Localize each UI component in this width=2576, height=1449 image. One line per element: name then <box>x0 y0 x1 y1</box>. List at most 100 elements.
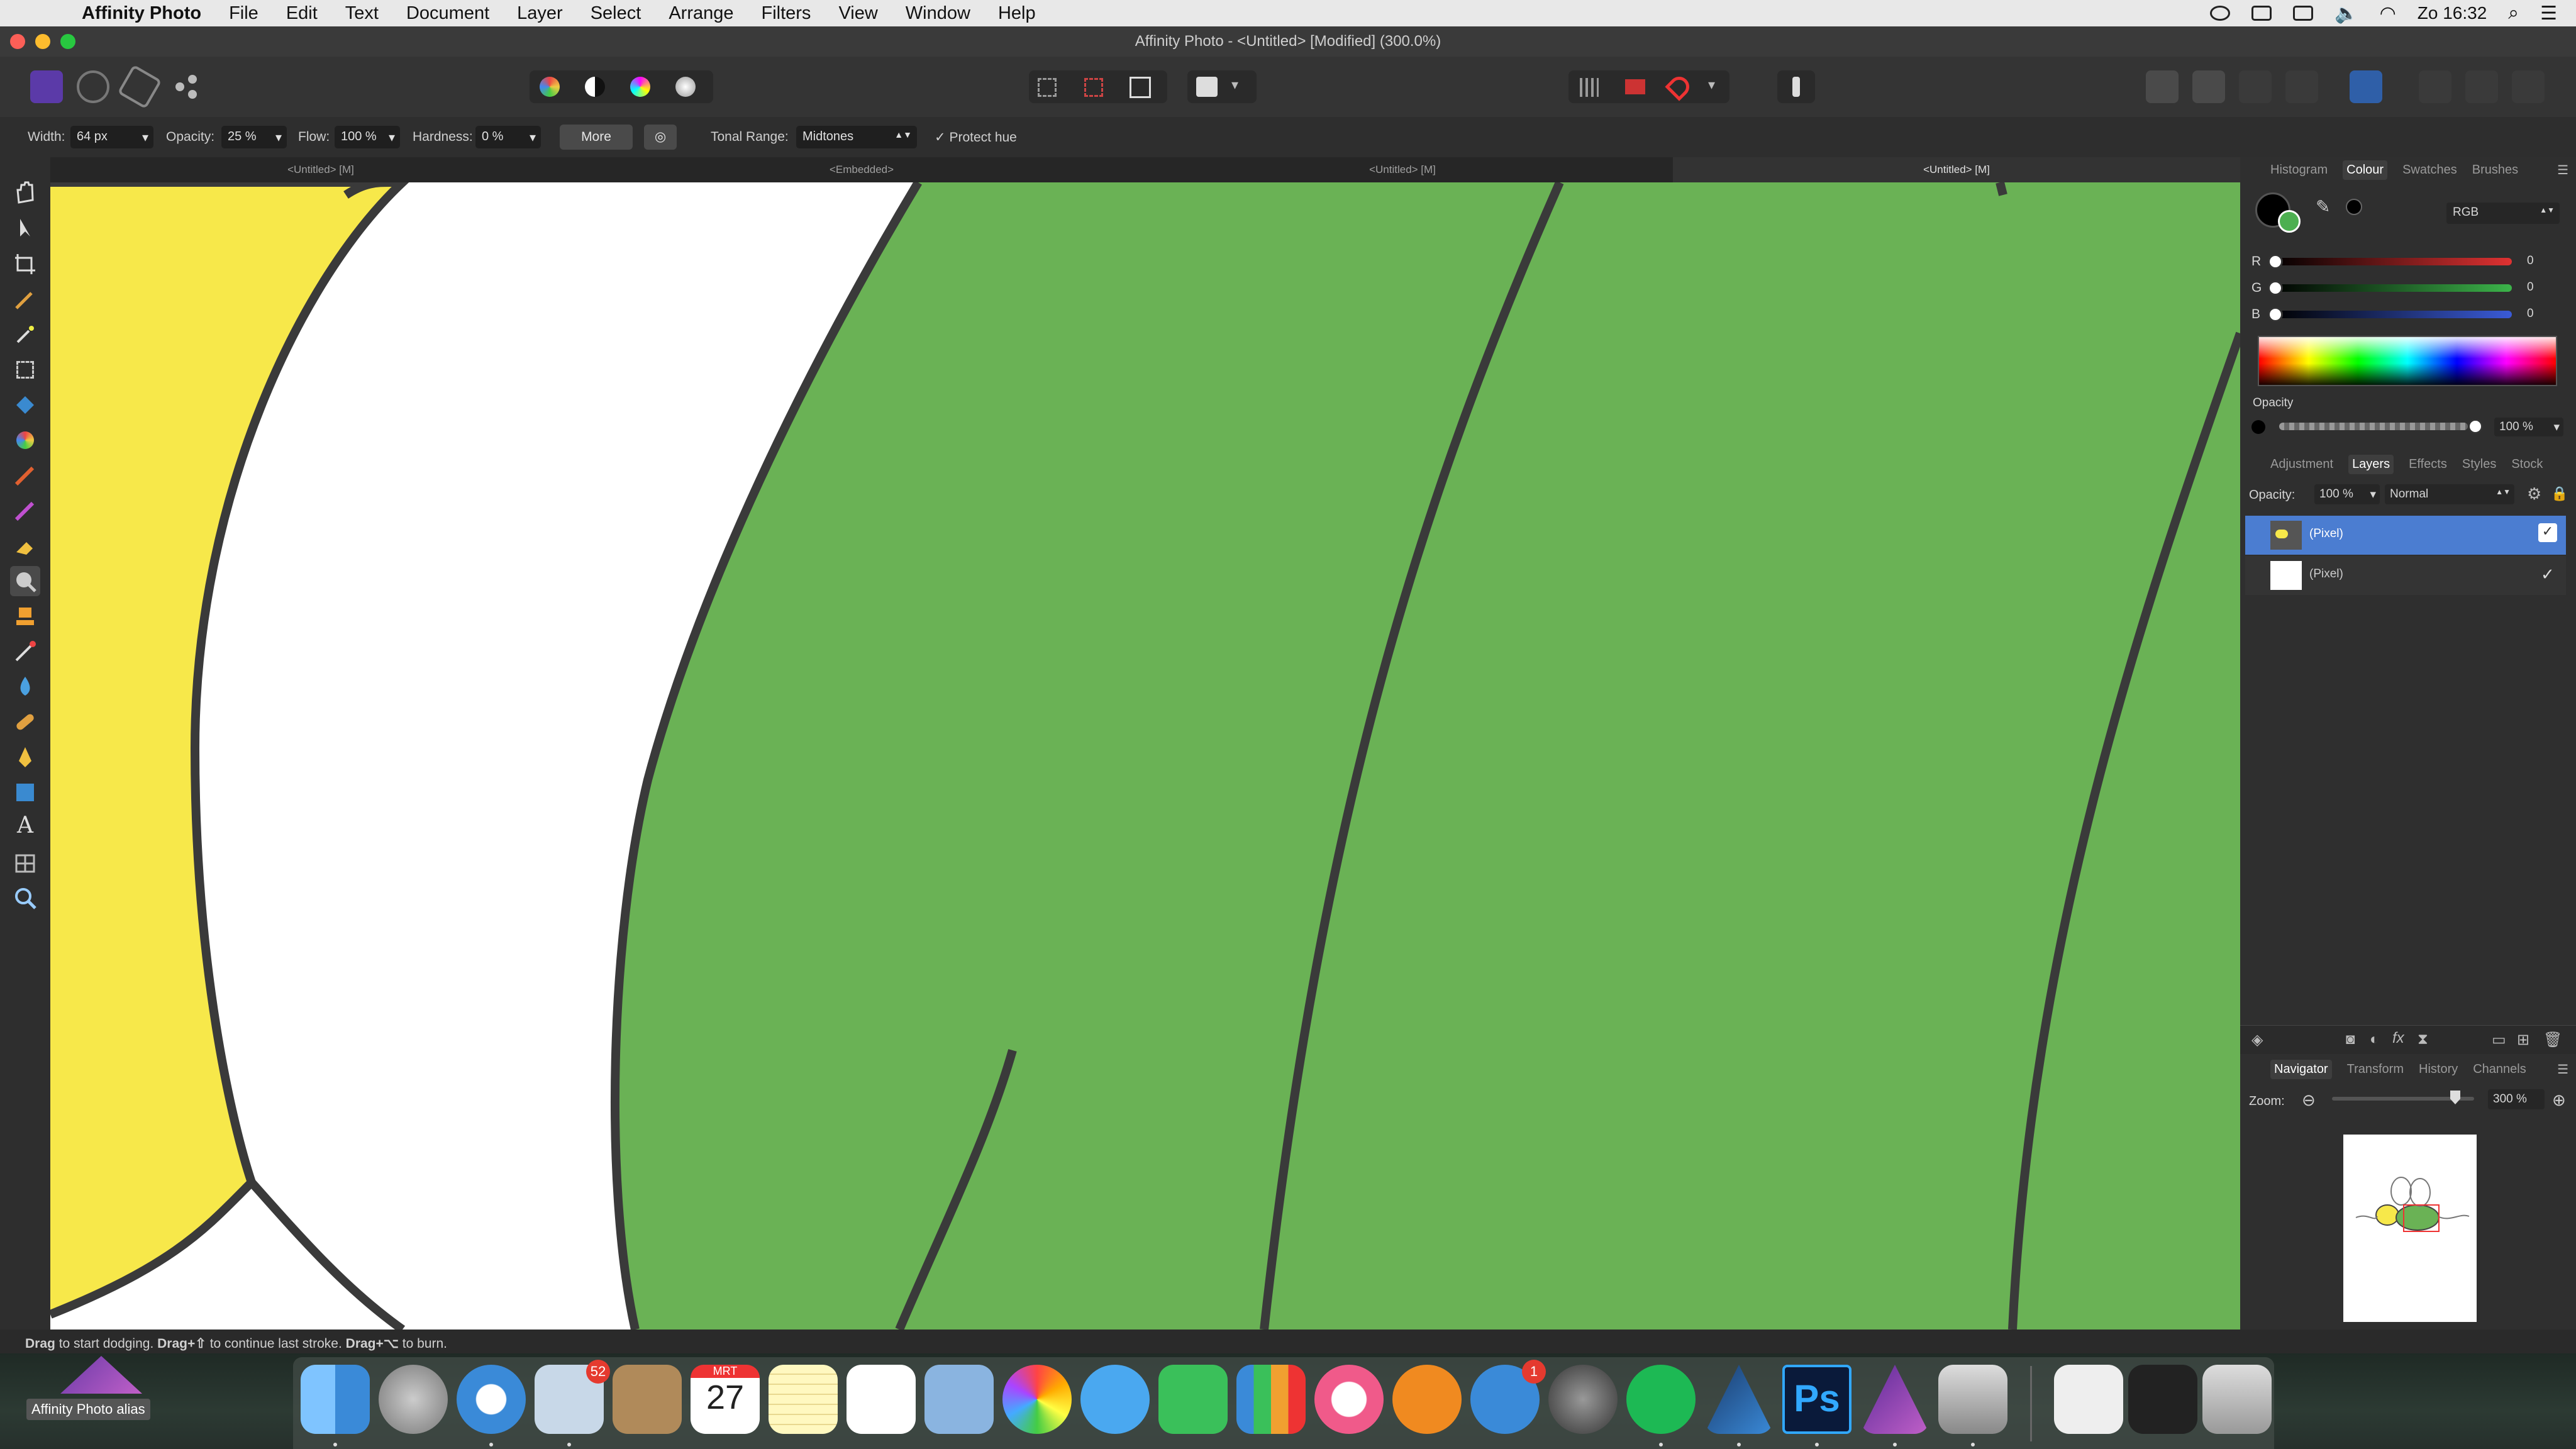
white-balance-icon[interactable] <box>585 77 605 97</box>
tab-transform[interactable]: Transform <box>2347 1062 2404 1077</box>
flow-field[interactable]: 100 % ▾ <box>335 126 400 148</box>
photos-icon[interactable] <box>1002 1365 1072 1434</box>
tab-history[interactable]: History <box>2419 1062 2458 1077</box>
channel-b-value[interactable]: 0 <box>2527 307 2534 321</box>
channel-g-handle[interactable] <box>2268 280 2283 296</box>
navigator-menu-icon[interactable]: ☰ <box>2557 1062 2568 1077</box>
messages-icon[interactable] <box>1080 1365 1150 1434</box>
menu-view[interactable]: View <box>824 3 891 24</box>
finder-icon[interactable] <box>301 1365 370 1434</box>
zoom-field[interactable]: 300 % <box>2488 1089 2545 1109</box>
tab-effects[interactable]: Effects <box>2409 457 2447 472</box>
tab-adjustment[interactable]: Adjustment <box>2270 457 2333 472</box>
tonal-range-select[interactable]: Midtones ▲▼ <box>796 126 917 148</box>
fill-tool-icon[interactable] <box>10 390 40 420</box>
width-field[interactable]: 64 px ▾ <box>70 126 153 148</box>
brush-options-icon[interactable]: ◎ <box>644 125 677 150</box>
text-tool-icon[interactable]: A <box>10 813 40 843</box>
invert-selection-icon[interactable] <box>1130 77 1151 98</box>
hsl-icon[interactable] <box>630 77 650 97</box>
arrange-forward-icon[interactable] <box>2146 70 2179 103</box>
color-picker-icon[interactable]: ✎ <box>2316 196 2330 217</box>
safari-icon[interactable] <box>457 1365 526 1434</box>
dodge-brush-tool-icon[interactable] <box>10 566 40 596</box>
spotify-window-icon[interactable] <box>2128 1365 2197 1434</box>
layers-opacity-field[interactable]: 100 % ▾ <box>2314 484 2380 504</box>
secondary-color-swatch[interactable] <box>2278 210 2301 233</box>
assistant-icon[interactable] <box>1625 79 1645 94</box>
wifi-icon[interactable]: ◠ <box>2380 3 2396 25</box>
gradient-tool-icon[interactable] <box>10 425 40 455</box>
colour-spectrum[interactable] <box>2258 336 2557 386</box>
numbers-icon[interactable] <box>1236 1365 1306 1434</box>
launchpad-icon[interactable] <box>379 1365 448 1434</box>
notes-icon[interactable] <box>769 1365 838 1434</box>
mail-icon[interactable]: 52 <box>535 1360 610 1434</box>
spotlight-search-icon[interactable]: ⌕ <box>2508 3 2519 24</box>
preview-icon[interactable] <box>924 1365 994 1434</box>
channel-r-slider[interactable] <box>2273 258 2512 265</box>
fx-icon[interactable]: fx <box>2392 1030 2404 1047</box>
menu-select[interactable]: Select <box>577 3 655 24</box>
close-window-button[interactable] <box>10 34 25 49</box>
select-all-icon[interactable] <box>1038 78 1057 97</box>
boolean-intersect-icon[interactable] <box>2512 70 2545 103</box>
live-filter-icon[interactable]: ⧗ <box>2418 1031 2428 1048</box>
colour-opacity-slider[interactable] <box>2279 423 2468 430</box>
ibooks-icon[interactable] <box>1392 1365 1462 1434</box>
spotify-icon[interactable] <box>1626 1365 1696 1434</box>
develop-persona-icon[interactable] <box>117 64 162 109</box>
zoom-tool-icon[interactable] <box>10 883 40 913</box>
time-machine-icon[interactable] <box>2251 6 2272 21</box>
context-help-icon[interactable] <box>1792 77 1800 97</box>
doc-tab-4-active[interactable]: <Untitled> [M] <box>1673 157 2240 182</box>
channel-g-value[interactable]: 0 <box>2527 280 2534 294</box>
calendar-icon[interactable]: MRT 27 <box>691 1365 760 1434</box>
photo-persona-icon[interactable] <box>30 70 63 103</box>
trash-icon[interactable] <box>2202 1365 2272 1434</box>
navigator-preview[interactable] <box>2343 1135 2477 1322</box>
channel-g-slider[interactable] <box>2273 284 2512 292</box>
colour-opacity-handle[interactable] <box>2468 419 2483 434</box>
export-persona-icon[interactable] <box>170 70 203 103</box>
tab-colour[interactable]: Colour <box>2343 160 2388 180</box>
menu-document[interactable]: Document <box>392 3 503 24</box>
menu-filters[interactable]: Filters <box>747 3 824 24</box>
more-button[interactable]: More <box>560 125 633 150</box>
flood-select-tool-icon[interactable] <box>10 319 40 350</box>
menu-app-name[interactable]: Affinity Photo <box>68 3 215 24</box>
minimize-window-button[interactable] <box>35 34 50 49</box>
colour-opacity-field[interactable]: 100 % ▾ <box>2494 418 2563 436</box>
liquify-persona-icon[interactable] <box>77 70 109 103</box>
pen-tool-icon[interactable] <box>10 742 40 772</box>
clone-brush-tool-icon[interactable] <box>10 601 40 631</box>
menu-edit[interactable]: Edit <box>272 3 331 24</box>
tab-channels[interactable]: Channels <box>2473 1062 2526 1077</box>
snapping-dropdown-icon[interactable]: ▾ <box>1708 77 1715 93</box>
colour-mode-select[interactable]: RGB ▲▼ <box>2446 203 2560 224</box>
move-tool-icon[interactable] <box>10 213 40 243</box>
blur-brush-tool-icon[interactable] <box>10 672 40 702</box>
channel-r-value[interactable]: 0 <box>2527 254 2534 268</box>
tab-stock[interactable]: Stock <box>2511 457 2543 472</box>
affinity-designer-icon[interactable] <box>1704 1365 1774 1434</box>
zoom-window-button[interactable] <box>60 34 75 49</box>
tab-swatches[interactable]: Swatches <box>2402 163 2457 177</box>
paint-brush-tool-icon[interactable] <box>10 460 40 491</box>
itunes-icon[interactable] <box>1314 1365 1384 1434</box>
contacts-icon[interactable] <box>613 1365 682 1434</box>
layer-row-2[interactable]: (Pixel) ✓ <box>2245 556 2566 595</box>
doc-tab-1[interactable]: <Untitled> [M] <box>50 157 591 182</box>
boolean-add-icon[interactable] <box>2419 70 2451 103</box>
healing-brush-tool-icon[interactable] <box>10 707 40 737</box>
marquee-tool-icon[interactable] <box>10 355 40 385</box>
notification-center-icon[interactable]: ☰ <box>2540 3 2557 25</box>
zoom-in-icon[interactable]: ⊕ <box>2552 1091 2566 1110</box>
facetime-icon[interactable] <box>1158 1365 1228 1434</box>
volume-icon[interactable]: 🔈 <box>2334 3 2358 25</box>
grid-icon[interactable] <box>1580 78 1599 97</box>
menu-help[interactable]: Help <box>984 3 1050 24</box>
menu-window[interactable]: Window <box>892 3 984 24</box>
panel-menu-icon[interactable]: ☰ <box>2557 162 2568 178</box>
color-replacement-tool-icon[interactable] <box>10 496 40 526</box>
